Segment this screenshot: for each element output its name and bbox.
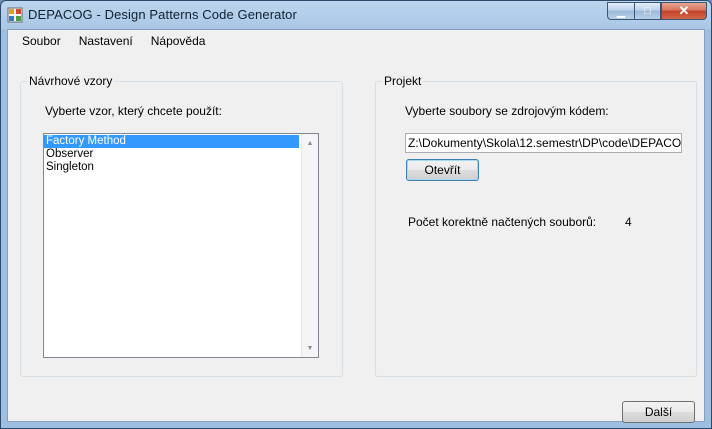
client-area: Soubor Nastavení Nápověda Návrhové vzory… bbox=[7, 29, 705, 423]
project-group-title: Projekt bbox=[382, 74, 424, 88]
minimize-button[interactable]: ▁ bbox=[607, 2, 634, 20]
caption-buttons: ▁ □ ✕ bbox=[607, 2, 707, 20]
menu-help[interactable]: Nápověda bbox=[142, 30, 215, 52]
loaded-files-count: 4 bbox=[625, 215, 632, 229]
menu-file[interactable]: Soubor bbox=[8, 30, 70, 52]
maximize-button[interactable]: □ bbox=[634, 2, 661, 20]
close-button[interactable]: ✕ bbox=[661, 2, 707, 20]
minimize-icon: ▁ bbox=[616, 5, 626, 18]
patterns-group: Návrhové vzory Vyberte vzor, který chcet… bbox=[20, 74, 343, 377]
pattern-item-factory-method[interactable]: Factory Method bbox=[44, 135, 299, 148]
window-title: DEPACOG - Design Patterns Code Generator bbox=[28, 7, 297, 22]
pattern-item-observer[interactable]: Observer bbox=[44, 148, 299, 161]
title-bar[interactable]: DEPACOG - Design Patterns Code Generator… bbox=[1, 1, 711, 29]
close-icon: ✕ bbox=[678, 3, 690, 18]
scroll-up-icon[interactable]: ▲ bbox=[302, 135, 318, 151]
project-group: Projekt Vyberte soubory se zdrojovým kód… bbox=[375, 74, 697, 377]
scroll-down-icon[interactable]: ▼ bbox=[302, 340, 318, 356]
open-button[interactable]: Otevřít bbox=[406, 159, 479, 181]
menu-bar: Soubor Nastavení Nápověda bbox=[8, 30, 704, 52]
source-path-input[interactable]: Z:\Dokumenty\Skola\12.semestr\DP\code\DE… bbox=[405, 133, 682, 153]
pattern-listbox[interactable]: Factory Method Observer Singleton ▲ ▼ bbox=[43, 133, 319, 358]
patterns-group-title: Návrhové vzory bbox=[27, 74, 115, 88]
loaded-files-label: Počet korektně načtených souborů: bbox=[408, 215, 597, 229]
menu-settings[interactable]: Nastavení bbox=[70, 30, 142, 52]
app-window: DEPACOG - Design Patterns Code Generator… bbox=[0, 0, 712, 429]
pattern-list-scrollbar[interactable]: ▲ ▼ bbox=[301, 134, 318, 357]
app-icon bbox=[7, 7, 23, 23]
next-button[interactable]: Další bbox=[622, 401, 695, 423]
pattern-prompt: Vyberte vzor, který chcete použít: bbox=[45, 104, 222, 118]
maximize-icon: □ bbox=[644, 5, 651, 17]
pattern-item-singleton[interactable]: Singleton bbox=[44, 161, 299, 174]
source-prompt: Vyberte soubory se zdrojovým kódem: bbox=[405, 104, 609, 118]
